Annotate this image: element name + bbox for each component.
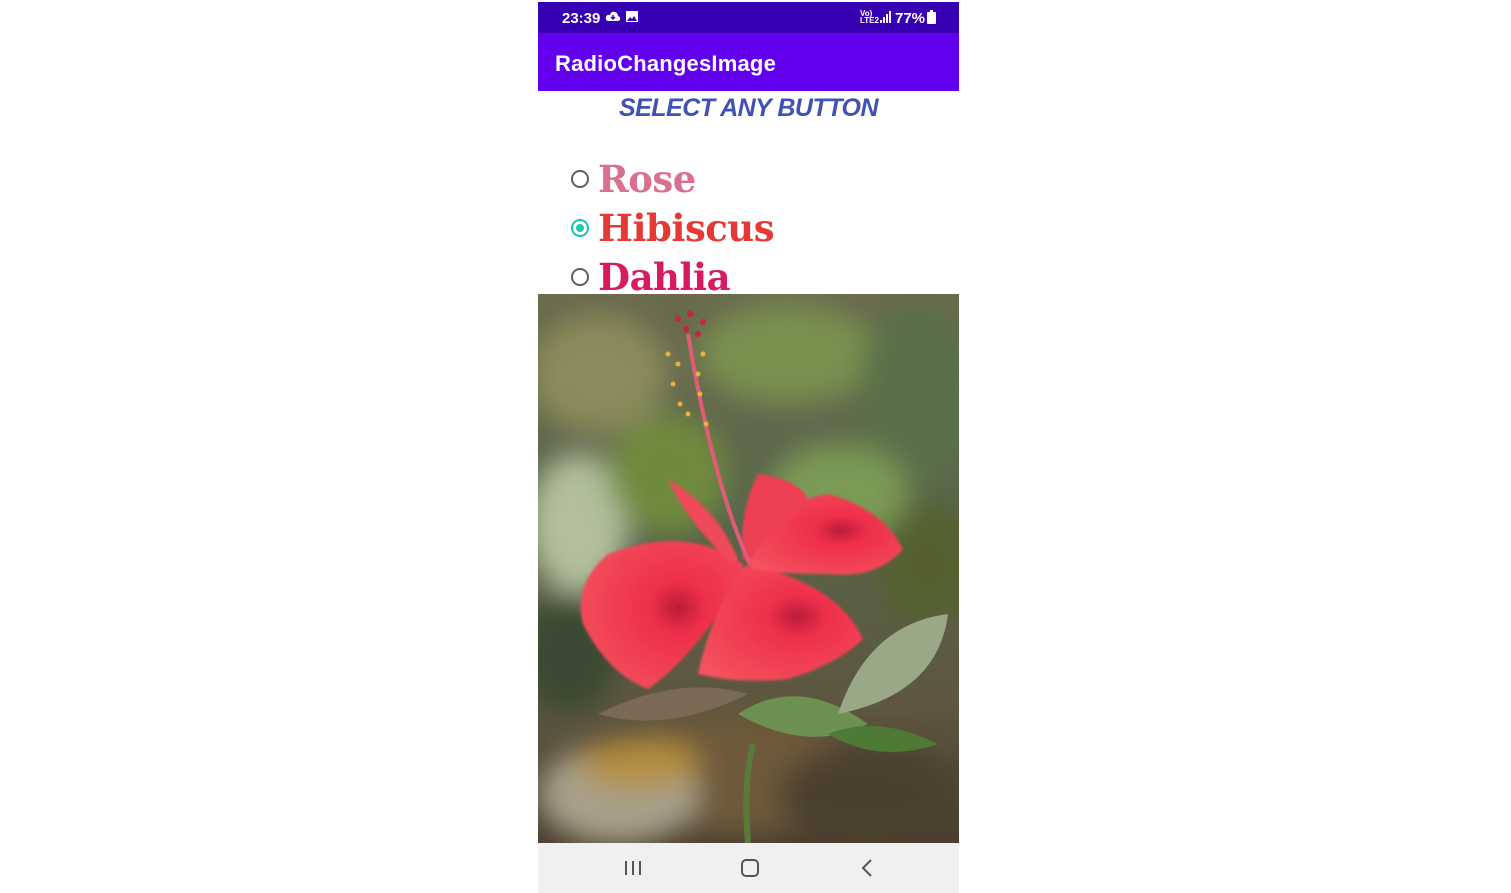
battery-icon [927,10,936,28]
status-bar: 23:39 Vo) LTE2 77% [538,2,959,33]
signal-icon [880,10,892,27]
network-indicator: Vo) LTE2 [860,10,879,25]
cloud-icon [605,10,621,28]
radio-label-hibiscus[interactable]: Hibiscus [598,206,775,250]
radio-label-rose[interactable]: Rose [598,157,696,201]
home-icon[interactable] [738,857,762,879]
radio-button-unchecked[interactable] [571,170,589,188]
app-bar: RadioChangesImage [538,33,959,91]
status-time: 23:39 [562,10,601,27]
radio-button-checked[interactable] [571,219,589,237]
hibiscus-image [538,294,959,843]
phone-screen: 23:39 Vo) LTE2 77% RadioChangesImage SEL… [538,2,959,893]
back-icon[interactable] [856,857,880,879]
radio-button-unchecked[interactable] [571,268,589,286]
battery-percent: 77% [895,10,926,27]
radio-dot [576,224,584,232]
radio-label-dahlia[interactable]: Dahlia [598,255,731,299]
network-lte-label: LTE2 [860,16,879,25]
app-title: RadioChangesImage [555,51,777,76]
select-heading: SELECT ANY BUTTON [618,94,879,122]
recents-icon[interactable] [621,857,645,879]
image-icon [626,10,638,27]
navigation-bar [538,843,959,893]
